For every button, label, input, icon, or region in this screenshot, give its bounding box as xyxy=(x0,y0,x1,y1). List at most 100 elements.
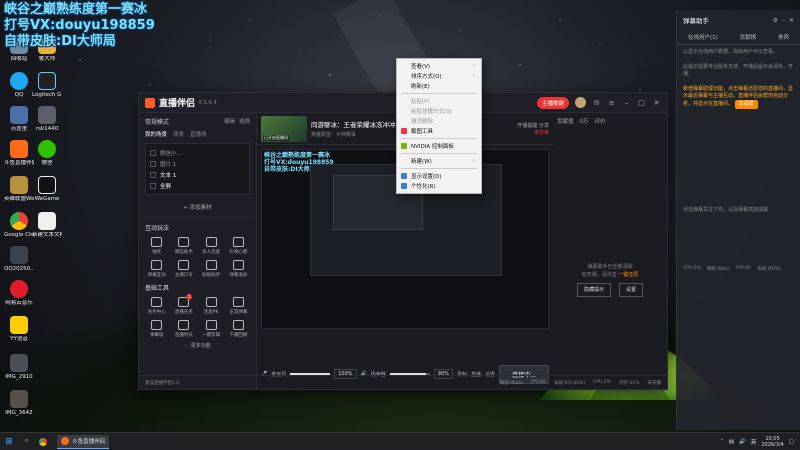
add-source-button[interactable]: + 添加素材 xyxy=(145,197,250,218)
ime-indicator[interactable]: 英 xyxy=(751,438,757,446)
message-icon[interactable]: ✉ xyxy=(592,99,601,107)
danmaku-settings-button[interactable]: 设置 xyxy=(619,283,644,297)
chevron-up-icon[interactable]: ˄ xyxy=(721,439,724,445)
volume-icon[interactable]: 🔊 xyxy=(739,439,746,445)
review-icon xyxy=(232,320,244,330)
avatar[interactable] xyxy=(575,97,586,108)
tool-lottery[interactable]: 抽奖 xyxy=(143,235,170,255)
live-reminder-button[interactable]: 开播提醒 xyxy=(517,123,537,129)
room-cover-thumbnail[interactable]: 已开启直播间 xyxy=(261,115,307,142)
tool-multi-mic[interactable]: 多人连麦 xyxy=(198,235,225,255)
tool-gift-wish[interactable]: 礼物心愿 xyxy=(225,235,252,255)
edit-button[interactable]: 编辑 xyxy=(224,117,235,126)
tool-task-center[interactable]: 任务中心 xyxy=(143,295,170,315)
desktop-icon-chrome[interactable]: Google Chrome xyxy=(4,212,34,239)
menu-item-snipping-tool[interactable]: 截图工具 xyxy=(397,126,481,136)
list-item[interactable]: 全屏 xyxy=(150,180,245,191)
desktop-icon-img-2910[interactable]: IMG_2910 xyxy=(4,354,34,381)
desktop-icon-img-3642[interactable]: IMG_3642 xyxy=(4,390,34,417)
tool-danmaku-scroll[interactable]: 弹幕滚屏 xyxy=(225,258,252,278)
tab-rating[interactable]: 评价 xyxy=(595,117,606,125)
watermark-line-3: 自带皮肤:DI大师局 xyxy=(4,34,116,49)
room-title[interactable]: 同游聊冰：王者荣耀冰冻冲冲冲 xyxy=(311,119,402,129)
menu-icon[interactable]: ≡ xyxy=(607,99,616,107)
gear-icon[interactable]: ⚙ xyxy=(773,17,778,24)
desktop-icon-qq[interactable]: QQ xyxy=(4,72,34,99)
tool-pk[interactable]: 连麦PK xyxy=(198,295,225,315)
network-icon[interactable]: ▤ xyxy=(729,439,734,445)
visibility-checkbox[interactable] xyxy=(150,182,156,189)
tab-live-scenes[interactable]: 直播场 xyxy=(190,130,207,138)
desktop-icon-qq-file[interactable]: QQ20250... xyxy=(4,246,34,273)
minimize-icon[interactable]: – xyxy=(622,99,631,107)
desktop-icon-wechat[interactable]: 微信 xyxy=(32,140,62,167)
taskbar-douyu-companion[interactable]: 斗鱼直播伴侣 xyxy=(57,434,110,449)
tool-danmaku-interact[interactable]: 弹幕互动 xyxy=(143,258,170,278)
desktop-icon-rsk1440[interactable]: rsk1440 xyxy=(32,106,62,133)
desktop-icon-click-here[interactable]: 点这里 xyxy=(4,106,34,133)
go-settings-button[interactable]: 去设置 xyxy=(734,100,758,109)
menu-item-view[interactable]: 查看(V) › xyxy=(397,61,481,71)
menu-item-paste-shortcut[interactable]: 粘贴快捷方式(S) xyxy=(397,106,481,116)
tab-amount[interactable]: 0万 xyxy=(580,117,589,125)
streamer-data-button[interactable]: 主播数据 xyxy=(536,96,569,109)
visibility-checkbox[interactable] xyxy=(150,160,156,167)
menu-item-sort-by[interactable]: 排序方式(O) › xyxy=(397,71,481,81)
one-click-restore-link[interactable]: 一键还原 xyxy=(618,272,638,278)
desktop-icon-new-text[interactable]: 新建文本文档 xyxy=(32,212,62,239)
desktop-icon-lol-wegame[interactable]: 英雄联盟WeGame版 xyxy=(4,176,34,203)
taskbar-chrome[interactable] xyxy=(35,435,54,449)
menu-item-paste[interactable]: 粘贴(P) xyxy=(397,96,481,106)
mode-selector[interactable]: 常规模式 xyxy=(145,117,169,126)
more-functions-button[interactable]: ··· 更多功能 xyxy=(139,338,256,353)
select-button[interactable]: 选择 xyxy=(239,117,250,126)
tool-streamer-command[interactable]: 主播口令 xyxy=(170,258,197,278)
menu-item-nvidia-control-panel[interactable]: NVIDIA 控制面板 xyxy=(397,141,481,151)
desktop-icon-douyu[interactable]: 斗鱼直播伴侣 xyxy=(4,140,34,167)
side-panel-text-1: 以显示在线用户数据，高级用户可以查看。 xyxy=(683,49,779,55)
hide-tip-button[interactable]: 隐藏提示 xyxy=(576,283,611,297)
visibility-checkbox[interactable] xyxy=(150,171,156,178)
desktop-icon-wegame[interactable]: WeGame xyxy=(32,176,62,203)
tab-contribution-list[interactable]: 贡献榜 xyxy=(740,33,757,41)
tool-one-click-clip[interactable]: 一键剪辑 xyxy=(198,318,225,338)
notification-icon[interactable]: ▢ xyxy=(789,439,794,445)
clock-icon xyxy=(178,320,190,330)
tool-review[interactable]: 下播回顾 xyxy=(225,318,252,338)
tool-sticker-helper[interactable]: 贴贴助手 xyxy=(198,258,225,278)
menu-item-undo-delete[interactable]: 撤消删除 xyxy=(397,116,481,126)
desktop-icon-netease-music[interactable]: 网易云音乐 xyxy=(4,280,34,307)
list-item[interactable]: 图片 1 xyxy=(150,158,245,169)
taskbar-search-icon[interactable]: ⌕ xyxy=(21,435,32,449)
tab-vip[interactable]: 贵宾 xyxy=(778,33,789,41)
close-icon[interactable]: ✕ xyxy=(789,17,794,24)
tool-danmaku-wall[interactable]: 弹幕墙 xyxy=(143,318,170,338)
tool-normal-danmaku[interactable]: 正常弹幕 xyxy=(225,295,252,315)
taskbar-clock[interactable]: 10:05 2026/3/4 xyxy=(761,436,783,448)
tool-live-duration[interactable]: 直播时长 xyxy=(170,318,197,338)
menu-item-display-settings[interactable]: 显示设置(D) xyxy=(397,171,481,181)
list-item[interactable]: 文本 1 xyxy=(150,169,245,180)
tab-contribution[interactable]: 贡献值 xyxy=(557,117,574,125)
tool-live-task[interactable]: 1 直播任务 xyxy=(170,294,197,315)
visibility-checkbox[interactable] xyxy=(150,149,156,156)
menu-item-personalize[interactable]: 个性化(R) xyxy=(397,181,481,191)
maximize-icon[interactable]: □ xyxy=(637,99,646,107)
minimize-icon[interactable]: – xyxy=(782,17,785,24)
desktop-icon-logitech[interactable]: Logitech G HUB xyxy=(32,72,62,99)
list-item[interactable]: 微信小... xyxy=(150,147,245,158)
windows-start-icon[interactable]: ⊞ xyxy=(0,433,18,450)
close-icon[interactable]: ✕ xyxy=(652,99,661,107)
share-button[interactable]: 分享 xyxy=(539,123,549,129)
menu-item-refresh[interactable]: 刷新(E) xyxy=(397,81,481,91)
app-name: 直播伴侣 xyxy=(159,99,196,109)
room-category[interactable]: 英雄联盟 · 大神赛事 xyxy=(311,131,402,138)
tab-my-scenes[interactable]: 我的场景 xyxy=(145,130,167,138)
desktop-icon-yy[interactable]: YY语音 xyxy=(4,316,34,343)
tool-helper[interactable]: 哪些助手 xyxy=(170,235,197,255)
tab-scenes[interactable]: 场景 xyxy=(173,130,184,138)
menu-item-new[interactable]: 新建(W) › xyxy=(397,156,481,166)
left-panel: 常规模式 编辑 选择 我的场景 场景 直播场 微信小... 图片 1 文本 1 … xyxy=(139,113,257,389)
yy-icon xyxy=(10,316,28,334)
tab-online-users[interactable]: 在线用户(1) xyxy=(688,33,718,41)
